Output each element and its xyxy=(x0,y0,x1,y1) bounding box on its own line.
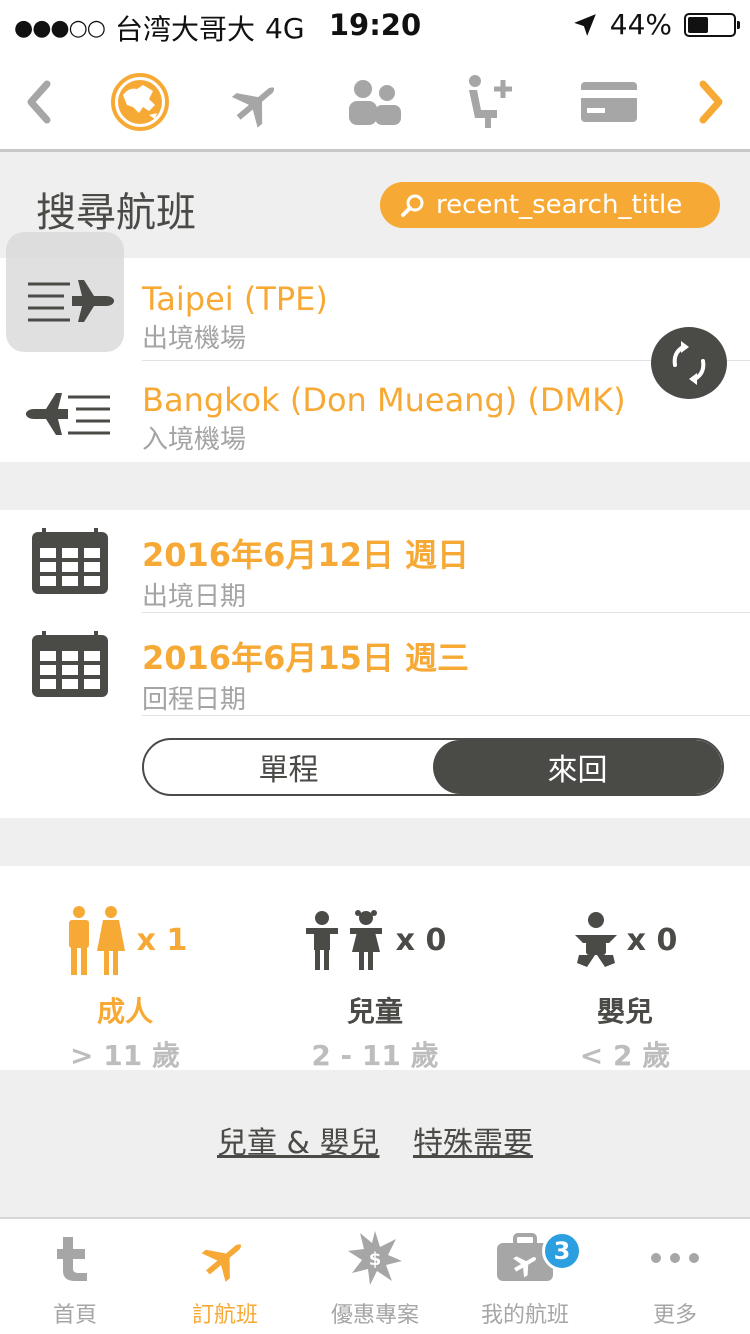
tab-bar: 首頁 訂航班 $ 優惠專案 3 我的航班 更多 xyxy=(0,1217,750,1334)
swap-icon xyxy=(672,341,706,385)
tab-deals-label: 優惠專案 xyxy=(330,1303,419,1328)
battery-percent: 44% xyxy=(609,8,672,41)
tab-book-label: 訂航班 xyxy=(191,1303,258,1328)
more-dots-icon xyxy=(651,1253,699,1263)
destination-row[interactable]: Bangkok (Don Mueang) (DMK) 入境機場 xyxy=(0,361,750,462)
infant-counter[interactable]: x 0 嬰兒 < 2 歲 xyxy=(500,900,750,1074)
special-needs-link[interactable]: 特殊需要 xyxy=(413,1126,533,1161)
child-count: x 0 xyxy=(395,922,447,958)
trip-type-toggle: 單程 來回 xyxy=(142,738,724,796)
deals-badge-icon: $ xyxy=(348,1231,402,1285)
info-links: 兒童 & 嬰兒 特殊需要 xyxy=(0,1118,750,1162)
recent-search-button[interactable]: recent_search_title xyxy=(380,182,720,228)
seat-add-icon[interactable] xyxy=(458,70,528,134)
child-counter[interactable]: x 0 兒童 2 - 11 歲 xyxy=(250,900,500,1074)
return-date-row[interactable]: 2016年6月15日 週三 回程日期 xyxy=(0,613,750,715)
location-arrow-icon xyxy=(573,13,596,36)
depart-date-label: 出境日期 xyxy=(142,582,247,612)
tab-more[interactable]: 更多 xyxy=(600,1219,750,1334)
tab-home[interactable]: 首頁 xyxy=(0,1219,150,1334)
one-way-option[interactable]: 單程 xyxy=(144,740,433,794)
status-bar: ●●●○○ 台湾大哥大 4G 19:20 44% xyxy=(0,0,750,52)
card-icon[interactable] xyxy=(574,70,644,134)
destination-label: 入境機場 xyxy=(142,425,247,455)
adult-label: 成人 xyxy=(96,995,153,1028)
globe-icon[interactable] xyxy=(105,70,175,134)
people-icon[interactable] xyxy=(340,70,410,134)
my-flights-badge: 3 xyxy=(542,1231,582,1271)
tab-book[interactable]: 訂航班 xyxy=(150,1219,300,1334)
tab-more-label: 更多 xyxy=(652,1303,697,1328)
origin-airport: Taipei (TPE) xyxy=(142,280,328,318)
origin-label: 出境機場 xyxy=(142,324,247,354)
svg-text:$: $ xyxy=(369,1249,382,1270)
tab-deals[interactable]: $ 優惠專案 xyxy=(300,1219,450,1334)
chevron-left-icon[interactable] xyxy=(4,70,74,134)
child-label: 兒童 xyxy=(346,995,403,1028)
depart-date-row[interactable]: 2016年6月12日 週日 出境日期 xyxy=(0,510,750,612)
tab-my-flights-label: 我的航班 xyxy=(480,1303,569,1328)
recent-search-label: recent_search_title xyxy=(436,190,683,220)
home-logo-icon xyxy=(57,1237,87,1281)
infant-icon xyxy=(574,912,617,967)
battery-icon xyxy=(684,12,740,37)
depart-date: 2016年6月12日 週日 xyxy=(142,536,470,574)
departure-plane-icon xyxy=(28,280,114,322)
tab-my-flights[interactable]: 3 我的航班 xyxy=(450,1219,600,1334)
adult-count: x 1 xyxy=(136,922,188,958)
calendar-icon xyxy=(32,631,108,697)
infant-label: 嬰兒 xyxy=(596,995,653,1028)
search-icon xyxy=(401,194,424,217)
divider xyxy=(142,715,750,716)
status-right: 44% xyxy=(572,8,740,41)
plane-icon xyxy=(201,1244,242,1282)
round-trip-option[interactable]: 來回 xyxy=(433,740,722,794)
arrival-plane-icon xyxy=(26,393,110,435)
children-icon xyxy=(305,910,382,970)
chevron-right-icon[interactable] xyxy=(676,70,746,134)
plane-icon[interactable] xyxy=(222,70,292,134)
tab-home-label: 首頁 xyxy=(52,1303,97,1328)
adult-counter[interactable]: x 1 成人 > 11 歲 xyxy=(0,900,250,1074)
child-age: 2 - 11 歲 xyxy=(311,1039,439,1072)
infant-count: x 0 xyxy=(626,922,678,958)
page-title: 搜尋航班 xyxy=(36,190,196,236)
swap-airports-button[interactable] xyxy=(651,327,727,399)
booking-step-nav xyxy=(0,52,750,152)
return-date: 2016年6月15日 週三 xyxy=(142,639,470,677)
calendar-icon xyxy=(32,528,108,594)
infant-age: < 2 歲 xyxy=(579,1039,671,1072)
adult-age: > 11 歲 xyxy=(70,1039,180,1072)
children-infants-link[interactable]: 兒童 & 嬰兒 xyxy=(217,1126,379,1161)
destination-airport: Bangkok (Don Mueang) (DMK) xyxy=(142,381,626,419)
return-date-label: 回程日期 xyxy=(142,685,247,715)
adults-icon xyxy=(68,906,125,975)
